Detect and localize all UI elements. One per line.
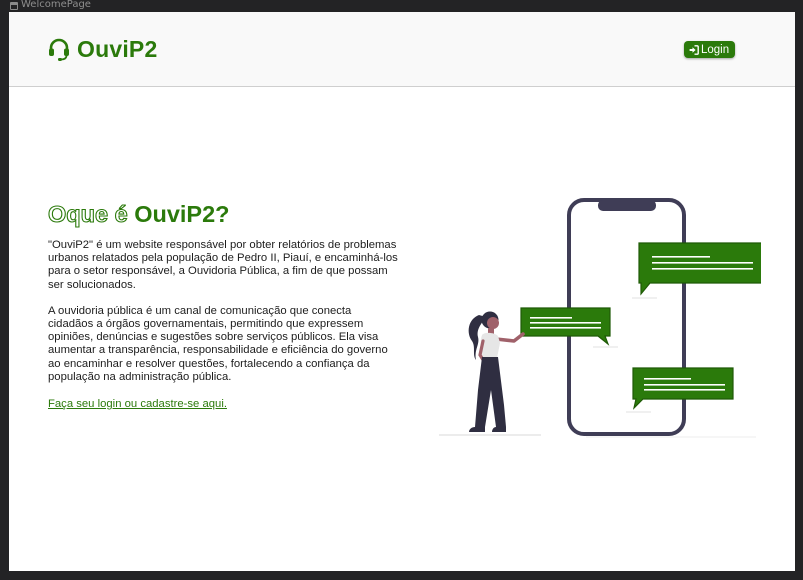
- sign-in-icon: [689, 44, 699, 55]
- woman-phone-chat-illustration: [439, 198, 761, 438]
- window-title: WelcomePage: [21, 0, 91, 10]
- brand-name: OuviP2: [77, 35, 158, 62]
- brand-logo[interactable]: OuviP2: [47, 34, 157, 64]
- description-paragraph-2: A ouvidoria pública é um canal de comuni…: [48, 304, 388, 383]
- title-brand-part: OuviP2?: [134, 201, 230, 227]
- login-button[interactable]: Login: [684, 41, 736, 58]
- headset-icon: [49, 38, 69, 61]
- title-outline-part: Oque é: [47, 200, 128, 227]
- navbar: OuviP2 Login: [9, 12, 795, 87]
- window-titlebar: WelcomePage: [0, 0, 803, 12]
- login-label: Login: [701, 43, 730, 56]
- window-icon: [10, 2, 18, 10]
- description-paragraph-1: "OuviP2" é um website responsável por ob…: [48, 239, 398, 291]
- page-viewport: OuviP2 Login Oque é OuviP2? "OuviP2" é u…: [9, 12, 795, 571]
- login-signup-link[interactable]: Faça seu login ou cadastre-se aqui.: [48, 398, 227, 410]
- page-title: Oque é OuviP2?: [47, 199, 398, 229]
- intro-section: Oque é OuviP2? "OuviP2" é um website res…: [47, 199, 398, 412]
